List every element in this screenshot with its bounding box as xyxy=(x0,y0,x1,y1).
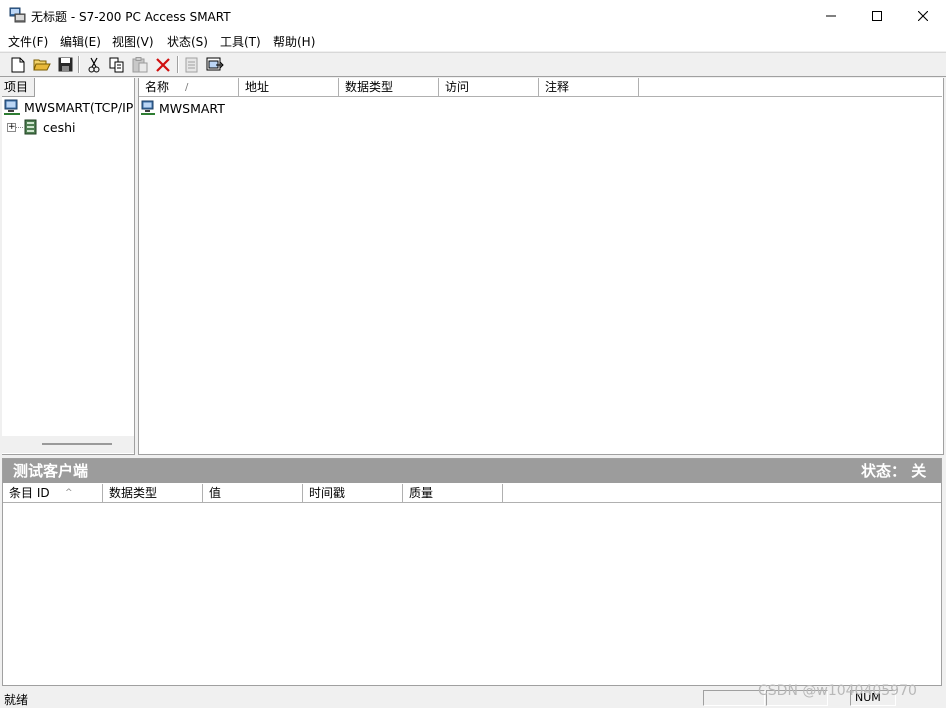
copy-icon xyxy=(109,57,124,72)
plc-icon xyxy=(23,119,39,135)
menu-view[interactable]: 视图(V) xyxy=(112,33,154,50)
tree-root-label[interactable]: MWSMART(TCP/IP xyxy=(24,100,133,115)
menu-file[interactable]: 文件(F) xyxy=(8,33,48,50)
save-button[interactable] xyxy=(55,55,75,74)
tree-child-label[interactable]: ceshi xyxy=(43,120,75,135)
test-client-title-bar: 测试客户端 状态： 关 xyxy=(3,459,941,483)
column-header-access[interactable]: 访问 xyxy=(439,78,539,97)
tree-expander[interactable]: + xyxy=(7,123,16,132)
new-button[interactable] xyxy=(8,55,28,74)
column-header-timestamp[interactable]: 时间戳 xyxy=(303,484,403,503)
test-client-title: 测试客户端 xyxy=(13,462,89,480)
tree-connector xyxy=(16,127,23,128)
close-button[interactable] xyxy=(900,0,946,31)
minimize-icon xyxy=(826,15,836,16)
column-header-item-id[interactable]: 条目 ID ^ xyxy=(3,484,103,503)
new-icon xyxy=(11,57,25,72)
app-icon xyxy=(9,7,26,24)
status-cell xyxy=(703,690,765,706)
column-header-empty xyxy=(503,484,941,503)
copy-button[interactable] xyxy=(107,55,127,74)
open-icon xyxy=(33,59,51,71)
column-header-label: 条目 ID xyxy=(9,486,50,500)
paste-icon xyxy=(132,56,148,72)
column-header-label: 名称 xyxy=(145,80,170,94)
menu-edit[interactable]: 编辑(E) xyxy=(60,33,101,50)
scrollbar-thumb[interactable] xyxy=(42,443,112,445)
delete-icon xyxy=(156,57,170,72)
toolbar-separator xyxy=(177,56,179,73)
cut-button[interactable] xyxy=(84,55,104,74)
delete-button[interactable] xyxy=(153,55,173,74)
title-bar[interactable]: 无标题 - S7-200 PC Access SMART xyxy=(0,0,946,31)
save-icon xyxy=(58,57,72,72)
item-list-pane[interactable]: 名称 / 地址 数据类型 访问 注释 MWSMART xyxy=(138,78,944,455)
column-header-address[interactable]: 地址 xyxy=(239,78,339,97)
maximize-icon xyxy=(872,10,882,21)
watermark: CSDN @w1040405970 xyxy=(758,683,917,699)
status-text: 就绪 xyxy=(4,693,29,707)
menu-tools[interactable]: 工具(T) xyxy=(220,33,261,50)
network-icon xyxy=(141,100,155,115)
properties-icon xyxy=(185,57,198,72)
minimize-button[interactable] xyxy=(808,0,854,31)
column-header-name[interactable]: 名称 / xyxy=(139,78,239,97)
menu-status[interactable]: 状态(S) xyxy=(167,33,208,50)
paste-button[interactable] xyxy=(130,55,150,74)
column-header-comment[interactable]: 注释 xyxy=(539,78,639,97)
horizontal-scrollbar[interactable] xyxy=(2,436,134,453)
column-header-empty xyxy=(639,78,942,97)
maximize-button[interactable] xyxy=(854,0,900,31)
window-title: 无标题 - S7-200 PC Access SMART xyxy=(31,10,231,24)
network-icon xyxy=(4,99,22,115)
sort-indicator: / xyxy=(185,82,189,93)
column-header-value[interactable]: 值 xyxy=(203,484,303,503)
menu-help[interactable]: 帮助(H) xyxy=(273,33,315,50)
add-to-client-icon xyxy=(206,57,224,70)
test-client-pane[interactable]: 测试客户端 状态： 关 条目 ID ^ 数据类型 值 时间戳 质量 xyxy=(2,458,942,686)
sort-indicator: ^ xyxy=(65,488,73,498)
toolbar xyxy=(0,52,946,77)
list-row[interactable]: MWSMART xyxy=(141,100,341,118)
cut-icon xyxy=(88,57,100,72)
project-tree-pane[interactable]: 项目 MWSMART(TCP/IP + ceshi xyxy=(2,78,135,455)
menu-bar: 文件(F) 编辑(E) 视图(V) 状态(S) 工具(T) 帮助(H) xyxy=(0,31,946,51)
tree-header: 项目 xyxy=(2,78,35,97)
open-button[interactable] xyxy=(32,55,52,74)
toolbar-separator xyxy=(78,56,80,73)
properties-button[interactable] xyxy=(182,55,202,74)
list-row-name: MWSMART xyxy=(159,101,225,116)
close-icon xyxy=(918,10,928,21)
column-header-datatype[interactable]: 数据类型 xyxy=(103,484,203,503)
column-header-datatype[interactable]: 数据类型 xyxy=(339,78,439,97)
client-status: 状态： 关 xyxy=(861,462,927,480)
column-header-quality[interactable]: 质量 xyxy=(403,484,503,503)
add-to-client-button[interactable] xyxy=(205,55,225,74)
